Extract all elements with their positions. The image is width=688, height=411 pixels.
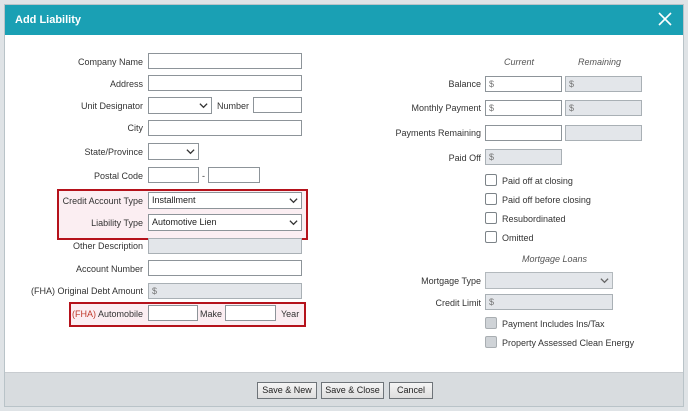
payments-remaining-current-field[interactable] bbox=[485, 125, 562, 141]
dialog-footer: Save & New Save & Close Cancel bbox=[5, 372, 683, 406]
save-and-close-button[interactable]: Save & Close bbox=[321, 382, 384, 399]
balance-current-field[interactable] bbox=[485, 76, 562, 92]
monthly-payment-label: Monthly Payment bbox=[411, 103, 481, 113]
year-label: Year bbox=[281, 309, 300, 319]
omitted-label: Omitted bbox=[502, 233, 534, 243]
paid-off-field bbox=[485, 149, 562, 165]
mortgage-type-label: Mortgage Type bbox=[421, 276, 481, 286]
resubordinated-label: Resubordinated bbox=[502, 214, 566, 224]
credit-limit-field bbox=[485, 294, 613, 310]
postal-code-label: Postal Code bbox=[93, 171, 143, 181]
original-debt-label: (FHA) Original Debt Amount bbox=[30, 286, 143, 296]
close-icon[interactable] bbox=[657, 11, 673, 27]
payments-remaining-remaining-field bbox=[565, 125, 642, 141]
state-label: State/Province bbox=[84, 147, 143, 157]
automobile-label-text: Automobile bbox=[97, 309, 143, 319]
pace-checkbox bbox=[485, 336, 497, 348]
monthly-payment-current-field[interactable] bbox=[485, 100, 562, 116]
liability-type-value: Automotive Lien bbox=[152, 217, 217, 227]
remaining-column-header: Remaining bbox=[578, 57, 622, 67]
save-and-new-button[interactable]: Save & New bbox=[257, 382, 317, 399]
pace-label: Property Assessed Clean Energy bbox=[502, 338, 635, 348]
account-number-label: Account Number bbox=[75, 264, 143, 274]
payment-includes-label: Payment Includes Ins/Tax bbox=[502, 319, 605, 329]
unit-designator-label: Unit Designator bbox=[80, 101, 143, 111]
credit-account-type-select[interactable]: Installment bbox=[148, 192, 302, 209]
chevron-down-icon bbox=[289, 220, 298, 226]
postal-code-extension-field[interactable] bbox=[208, 167, 260, 183]
paid-off-label: Paid Off bbox=[448, 153, 481, 163]
postal-dash: - bbox=[202, 171, 205, 181]
other-description-field bbox=[148, 238, 302, 254]
address-label: Address bbox=[109, 79, 143, 89]
chevron-down-icon bbox=[186, 149, 195, 155]
chevron-down-icon bbox=[600, 278, 609, 284]
paid-off-at-closing-checkbox[interactable] bbox=[485, 174, 497, 186]
automobile-prefix: (FHA) bbox=[71, 309, 96, 319]
mortgage-loans-header: Mortgage Loans bbox=[522, 254, 588, 264]
paid-off-at-closing-label: Paid off at closing bbox=[502, 176, 573, 186]
unit-designator-select[interactable] bbox=[148, 97, 212, 114]
payments-remaining-label: Payments Remaining bbox=[395, 128, 481, 138]
balance-remaining-field bbox=[565, 76, 642, 92]
paid-off-before-closing-label: Paid off before closing bbox=[502, 195, 591, 205]
payment-includes-checkbox bbox=[485, 317, 497, 329]
account-number-field[interactable] bbox=[148, 260, 302, 276]
other-description-label: Other Description bbox=[72, 241, 143, 251]
cancel-button[interactable]: Cancel bbox=[389, 382, 433, 399]
original-debt-field bbox=[148, 283, 302, 299]
credit-account-type-label: Credit Account Type bbox=[62, 196, 143, 206]
state-select[interactable] bbox=[148, 143, 199, 160]
current-column-header: Current bbox=[504, 57, 535, 67]
city-field[interactable] bbox=[148, 120, 302, 136]
add-liability-dialog: Add Liability Company Name Address Unit … bbox=[4, 4, 684, 407]
monthly-payment-remaining-field bbox=[565, 100, 642, 116]
number-label: Number bbox=[217, 101, 250, 111]
automobile-make-field[interactable] bbox=[148, 305, 198, 321]
number-field[interactable] bbox=[253, 97, 302, 113]
credit-limit-label: Credit Limit bbox=[435, 298, 481, 308]
omitted-checkbox[interactable] bbox=[485, 231, 497, 243]
postal-code-field[interactable] bbox=[148, 167, 199, 183]
dialog-title: Add Liability bbox=[15, 14, 81, 26]
mortgage-type-select[interactable] bbox=[485, 272, 613, 289]
city-label: City bbox=[127, 123, 144, 133]
credit-account-type-value: Installment bbox=[152, 195, 196, 205]
automobile-year-field[interactable] bbox=[225, 305, 276, 321]
chevron-down-icon bbox=[199, 103, 208, 109]
company-name-label: Company Name bbox=[77, 57, 143, 67]
liability-type-select[interactable]: Automotive Lien bbox=[148, 214, 302, 231]
company-name-field[interactable] bbox=[148, 53, 302, 69]
address-field[interactable] bbox=[148, 75, 302, 91]
paid-off-before-closing-checkbox[interactable] bbox=[485, 193, 497, 205]
balance-label: Balance bbox=[448, 79, 481, 89]
chevron-down-icon bbox=[289, 198, 298, 204]
liability-type-label: Liability Type bbox=[91, 218, 143, 228]
resubordinated-checkbox[interactable] bbox=[485, 212, 497, 224]
automobile-label: (FHA) Automobile bbox=[72, 309, 143, 319]
dialog-titlebar: Add Liability bbox=[5, 5, 683, 35]
make-label: Make bbox=[200, 309, 223, 319]
